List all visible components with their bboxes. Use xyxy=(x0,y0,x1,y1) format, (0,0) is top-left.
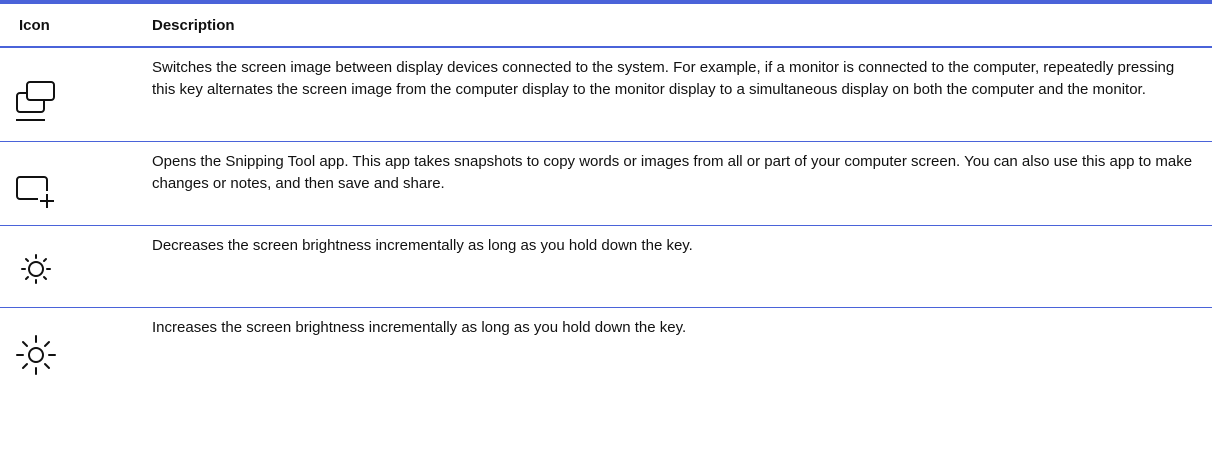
description-cell: Decreases the screen brightness incremen… xyxy=(152,237,693,254)
table-row: Decreases the screen brightness incremen… xyxy=(0,226,1212,308)
snipping-tool-icon xyxy=(16,175,54,208)
description-cell: Switches the screen image between displa… xyxy=(152,59,1175,98)
table-row: Opens the Snipping Tool app. This app ta… xyxy=(0,142,1212,226)
icon-cell xyxy=(0,48,152,141)
brightness-up-icon xyxy=(16,335,56,375)
switch-display-icon xyxy=(16,80,55,121)
table-row: Switches the screen image between displa… xyxy=(0,48,1212,142)
icon-cell xyxy=(0,308,152,390)
icon-cell xyxy=(0,142,152,225)
description-cell: Opens the Snipping Tool app. This app ta… xyxy=(152,153,1193,192)
table-header-row: Icon Description xyxy=(0,4,1212,48)
icon-column-header: Icon xyxy=(19,16,50,34)
icon-cell xyxy=(0,226,152,307)
description-cell: Increases the screen brightness incremen… xyxy=(152,319,687,336)
table-row: Increases the screen brightness incremen… xyxy=(0,308,1212,390)
action-key-table: Icon Description Switches the screen ima… xyxy=(0,0,1212,390)
brightness-down-icon xyxy=(21,253,51,284)
description-column-header: Description xyxy=(152,16,235,34)
